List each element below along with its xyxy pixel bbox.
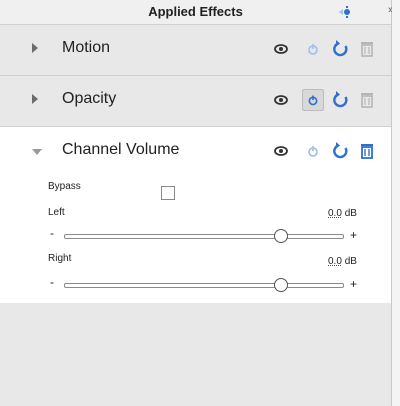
right-value-readout[interactable]: 0.0 dB: [328, 256, 357, 267]
power-icon[interactable]: [302, 140, 324, 162]
power-icon[interactable]: [302, 38, 324, 60]
collapse-triangle-icon[interactable]: [32, 149, 42, 155]
empty-area: [0, 303, 391, 406]
eye-icon[interactable]: [270, 140, 292, 162]
right-plus: +: [350, 277, 358, 291]
reset-icon[interactable]: [330, 38, 352, 60]
reset-icon[interactable]: [330, 89, 352, 111]
panel-title: Applied Effects: [148, 4, 243, 19]
left-unit: dB: [344, 208, 357, 219]
reset-icon[interactable]: [330, 140, 352, 162]
expand-triangle-icon[interactable]: [32, 43, 38, 53]
expand-triangle-icon[interactable]: [32, 94, 38, 104]
effects-panel-icon[interactable]: [338, 5, 352, 19]
trash-icon[interactable]: [356, 89, 378, 111]
trash-icon[interactable]: [356, 38, 378, 60]
panel-edge: [392, 0, 400, 406]
trash-icon[interactable]: [356, 140, 378, 162]
right-slider-track[interactable]: [64, 283, 344, 288]
effect-row-motion[interactable]: Motion: [0, 25, 391, 76]
effect-row-channel-volume[interactable]: Channel Volume: [0, 127, 391, 178]
effect-name: Channel Volume: [62, 141, 180, 158]
left-plus: +: [350, 228, 358, 242]
left-minus: -: [50, 226, 54, 240]
left-value[interactable]: 0.0: [328, 208, 342, 219]
panel-header: Applied Effects »: [0, 0, 394, 25]
effect-name: Motion: [62, 39, 111, 56]
bypass-label: Bypass: [48, 181, 81, 192]
left-slider-track[interactable]: [64, 234, 344, 239]
eye-icon[interactable]: [270, 38, 292, 60]
bypass-checkbox[interactable]: [161, 186, 175, 200]
right-minus: -: [50, 275, 54, 289]
right-slider-thumb[interactable]: [273, 278, 288, 292]
left-label: Left: [48, 207, 65, 218]
power-icon[interactable]: [302, 89, 324, 111]
right-label: Right: [48, 253, 72, 264]
left-slider-thumb[interactable]: [273, 229, 288, 243]
eye-icon[interactable]: [270, 89, 292, 111]
right-value[interactable]: 0.0: [328, 256, 342, 267]
effect-name: Opacity: [62, 90, 117, 107]
right-unit: dB: [344, 256, 357, 267]
left-value-readout[interactable]: 0.0 dB: [328, 208, 357, 219]
effect-row-opacity[interactable]: Opacity: [0, 76, 391, 127]
